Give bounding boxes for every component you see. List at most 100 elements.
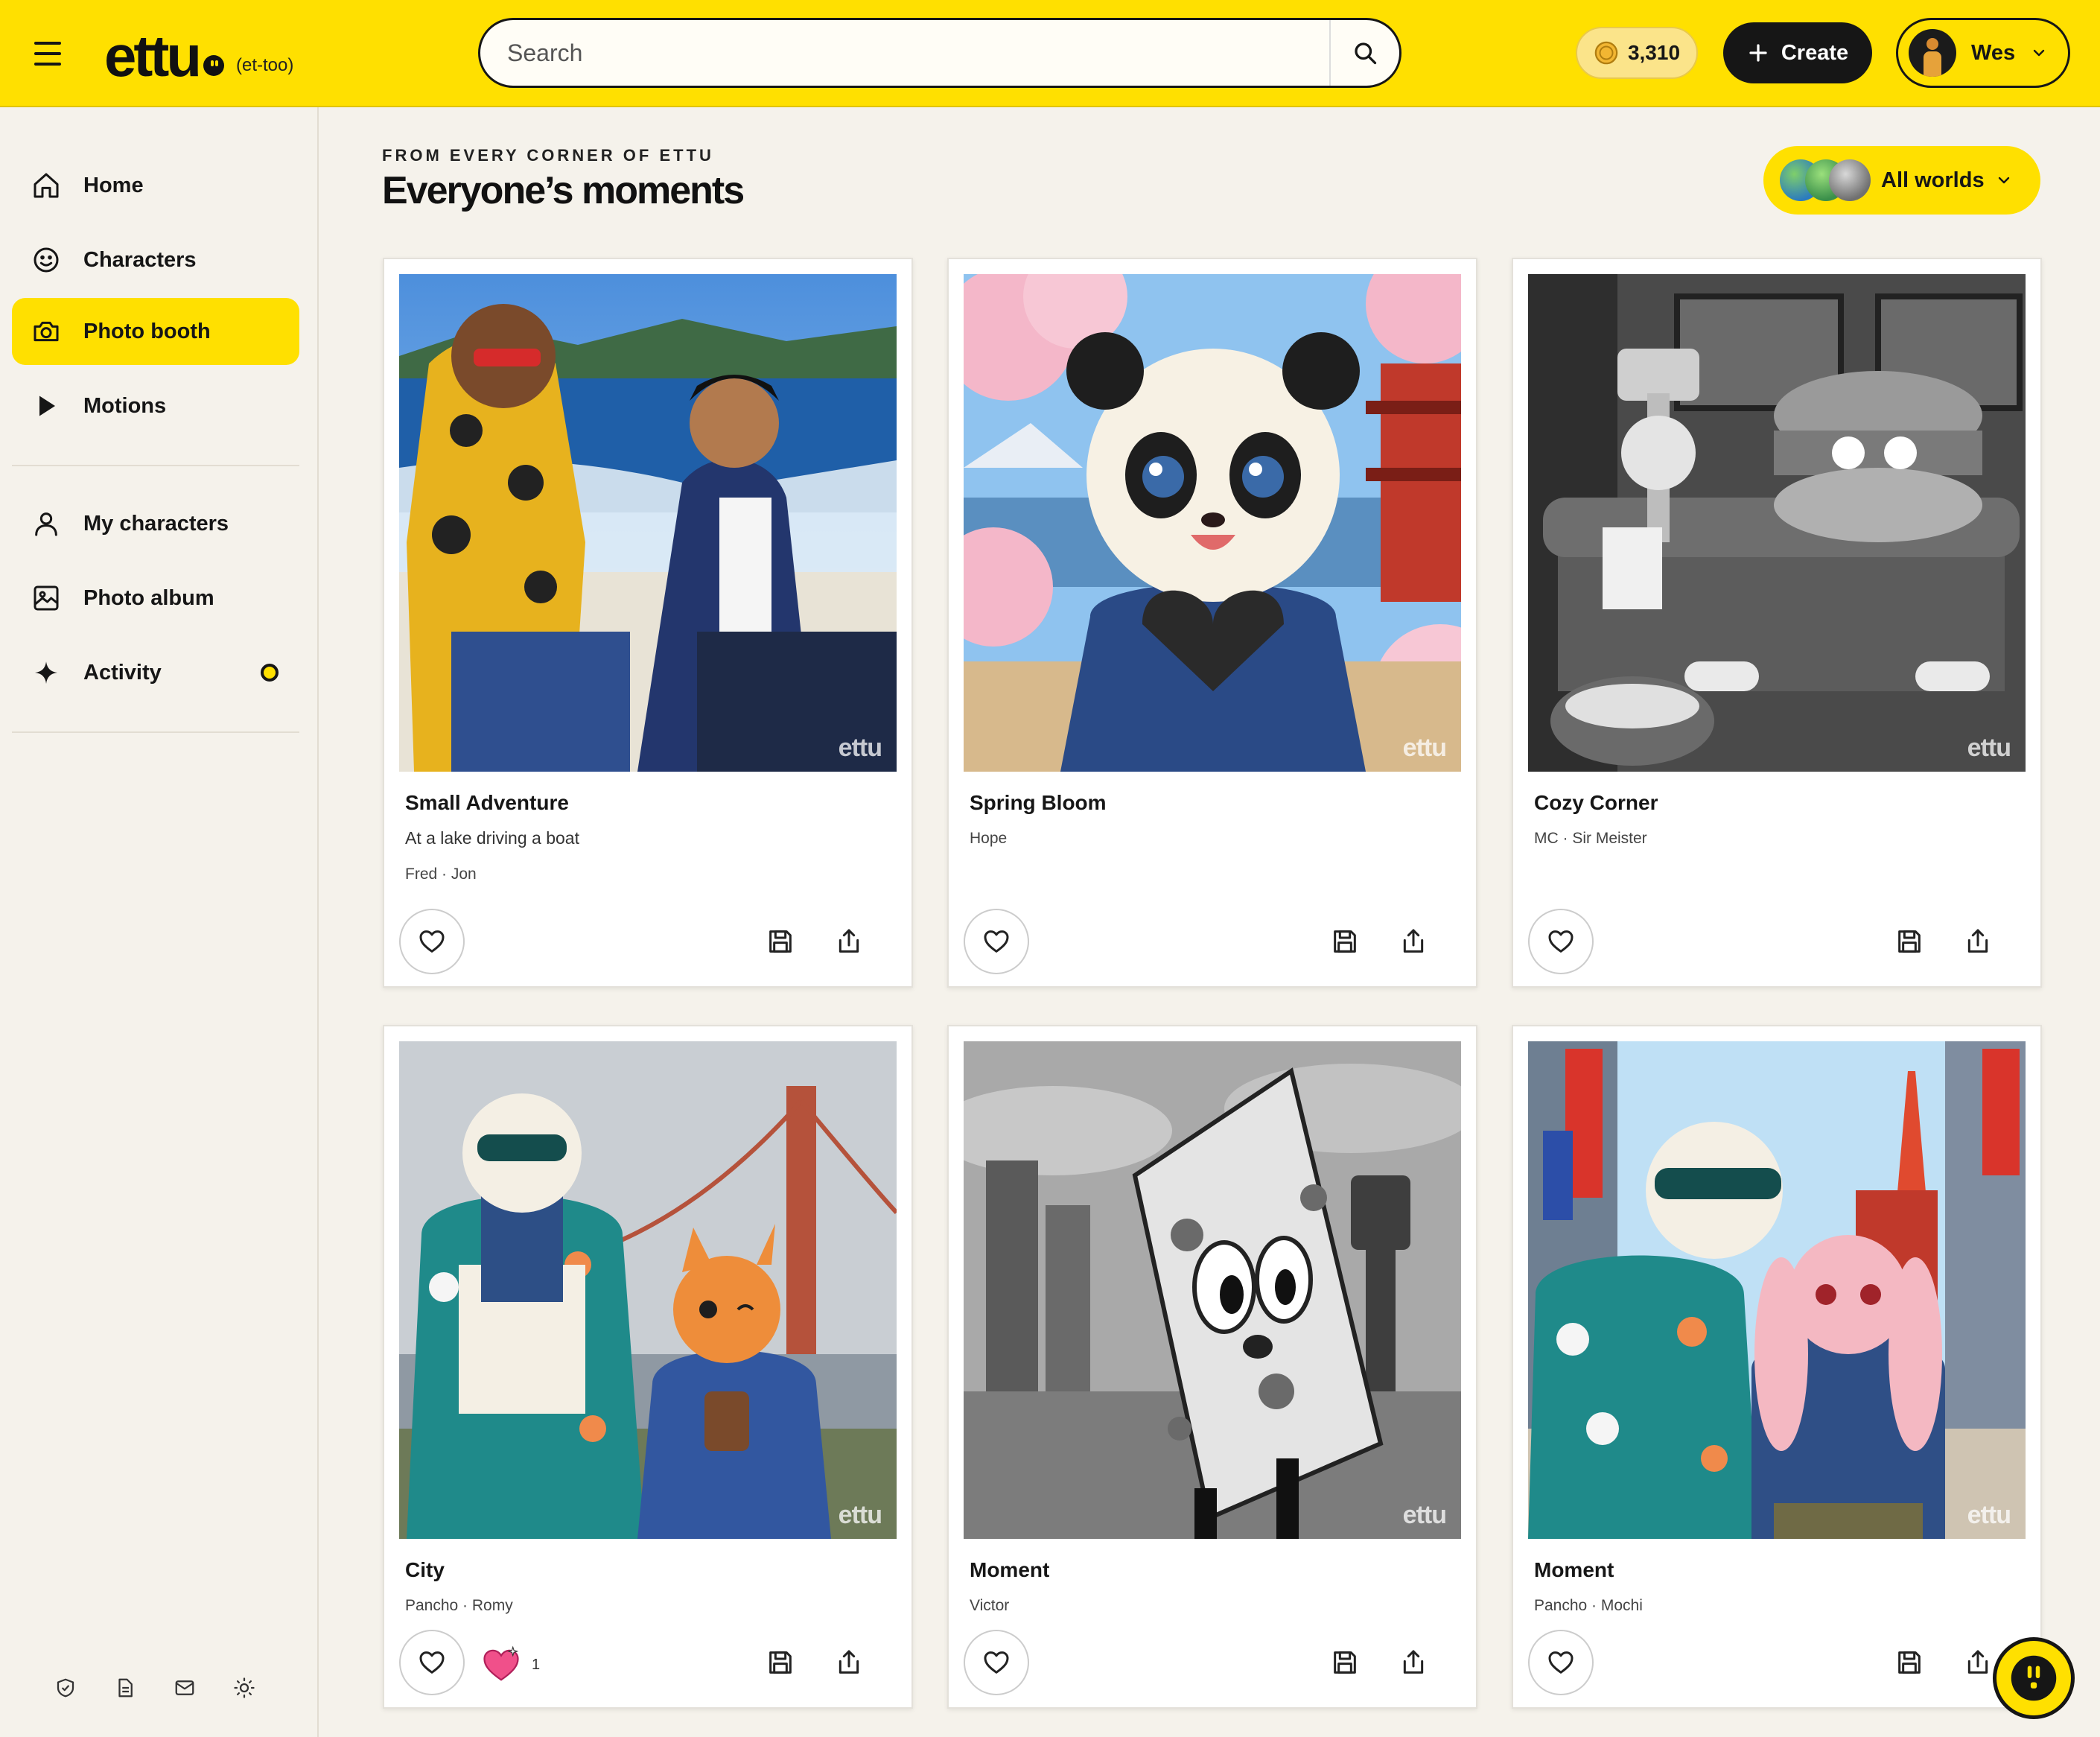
mail-icon[interactable] bbox=[171, 1674, 198, 1701]
assistant-button[interactable] bbox=[1993, 1637, 2075, 1719]
save-icon bbox=[769, 1651, 792, 1674]
search-bar bbox=[478, 18, 1401, 88]
like-button[interactable] bbox=[399, 1630, 465, 1695]
notification-dot bbox=[261, 664, 279, 682]
sidebar-item-activity[interactable]: Activity bbox=[12, 639, 299, 706]
sidebar-divider bbox=[12, 731, 299, 733]
moment-photo[interactable]: ettu bbox=[1528, 274, 2026, 772]
sidebar-item-home[interactable]: Home bbox=[12, 152, 299, 219]
moment-card[interactable]: ettu Spring Bloom Hope bbox=[947, 258, 1477, 988]
moment-card[interactable]: ettu Cozy Corner MC · Sir Meister bbox=[1512, 258, 2042, 988]
card-title: Small Adventure bbox=[405, 791, 569, 814]
moment-card[interactable]: ettu Moment Victor bbox=[947, 1025, 1477, 1709]
page-title: Everyone’s moments bbox=[382, 169, 745, 212]
share-button[interactable] bbox=[828, 921, 870, 962]
like-button[interactable] bbox=[964, 909, 1029, 974]
document-icon[interactable] bbox=[112, 1674, 139, 1701]
ettu-watermark: ettu bbox=[1402, 1501, 1447, 1529]
moment-card[interactable]: ettu City Pancho · Romy 1 bbox=[383, 1025, 913, 1709]
play-icon bbox=[30, 390, 63, 422]
worlds-filter-button[interactable]: All worlds bbox=[1763, 146, 2040, 215]
share-button[interactable] bbox=[828, 1642, 870, 1683]
user-name: Wes bbox=[1971, 40, 2016, 65]
camera-icon bbox=[30, 315, 63, 348]
heart-outline-icon bbox=[984, 930, 1009, 953]
card-characters: MC · Sir Meister bbox=[1534, 830, 1647, 847]
ettu-watermark: ettu bbox=[838, 1501, 882, 1529]
sidebar-item-photo-booth[interactable]: Photo booth bbox=[12, 298, 299, 365]
moment-photo[interactable]: ettu bbox=[964, 274, 1461, 772]
ettu-mascot-icon bbox=[2011, 1655, 2057, 1701]
photo-album-icon bbox=[30, 582, 63, 615]
heart-outline-icon bbox=[1548, 930, 1574, 953]
heart-outline-icon bbox=[1548, 1651, 1574, 1674]
reaction-count: 1 bbox=[532, 1656, 541, 1673]
moment-card[interactable]: ettu Small Adventure At a lake driving a… bbox=[383, 258, 913, 988]
sidebar-item-my-characters[interactable]: My characters bbox=[12, 490, 299, 557]
ettu-watermark: ettu bbox=[1967, 1501, 2011, 1529]
create-label: Create bbox=[1781, 40, 1849, 65]
heart-outline-icon bbox=[984, 1651, 1009, 1674]
share-icon bbox=[1403, 1650, 1424, 1674]
save-button[interactable] bbox=[1889, 921, 1930, 962]
logo-mascot-icon bbox=[203, 55, 224, 76]
like-button[interactable] bbox=[964, 1630, 1029, 1695]
sparkle-icon bbox=[30, 656, 63, 689]
coin-balance[interactable]: 3,310 bbox=[1576, 27, 1698, 79]
sidebar-item-label: Photo album bbox=[83, 585, 214, 610]
sidebar-item-label: Activity bbox=[83, 660, 162, 685]
share-icon bbox=[1403, 929, 1424, 953]
like-button[interactable] bbox=[1528, 1630, 1594, 1695]
sidebar-item-label: Photo booth bbox=[83, 319, 211, 343]
reaction-badge[interactable]: 1 bbox=[481, 1645, 540, 1685]
save-icon bbox=[1898, 930, 1921, 953]
card-characters: Pancho · Romy bbox=[405, 1597, 513, 1614]
moment-card[interactable]: ettu Moment Pancho · Mochi bbox=[1512, 1025, 2042, 1709]
moment-photo[interactable]: ettu bbox=[1528, 1041, 2026, 1539]
save-button[interactable] bbox=[760, 1642, 801, 1683]
plus-icon bbox=[1749, 44, 1767, 62]
sidebar-item-photo-album[interactable]: Photo album bbox=[12, 565, 299, 632]
moment-photo[interactable]: ettu bbox=[399, 274, 897, 772]
share-button[interactable] bbox=[1393, 1642, 1434, 1683]
save-button[interactable] bbox=[1324, 1642, 1366, 1683]
ettu-watermark: ettu bbox=[1402, 734, 1447, 762]
card-title: Spring Bloom bbox=[970, 791, 1107, 814]
menu-icon[interactable] bbox=[33, 39, 63, 69]
like-button[interactable] bbox=[1528, 909, 1594, 974]
heart-outline-icon bbox=[419, 930, 445, 953]
save-icon bbox=[1334, 930, 1356, 953]
sun-icon[interactable] bbox=[231, 1674, 258, 1701]
search-button[interactable] bbox=[1329, 20, 1399, 86]
save-button[interactable] bbox=[760, 921, 801, 962]
sidebar-item-label: Home bbox=[83, 173, 144, 197]
sidebar-item-characters[interactable]: Characters bbox=[12, 226, 299, 293]
sidebar-divider bbox=[12, 465, 299, 466]
share-button[interactable] bbox=[1957, 921, 1999, 962]
like-button[interactable] bbox=[399, 909, 465, 974]
shield-check-icon[interactable] bbox=[52, 1674, 79, 1701]
save-icon bbox=[769, 930, 792, 953]
create-button[interactable]: Create bbox=[1723, 22, 1872, 83]
save-button[interactable] bbox=[1889, 1642, 1930, 1683]
sidebar-item-label: Characters bbox=[83, 247, 197, 272]
heart-outline-icon bbox=[419, 1651, 445, 1674]
ettu-watermark: ettu bbox=[838, 734, 882, 762]
sidebar-item-motions[interactable]: Motions bbox=[12, 372, 299, 439]
save-icon bbox=[1334, 1651, 1356, 1674]
card-characters: Victor bbox=[970, 1597, 1010, 1614]
card-characters: Pancho · Mochi bbox=[1534, 1597, 1643, 1614]
smiley-icon bbox=[30, 244, 63, 276]
sparkling-heart-icon bbox=[483, 1645, 519, 1681]
search-input[interactable] bbox=[480, 20, 1329, 86]
card-description: At a lake driving a boat bbox=[405, 828, 579, 848]
moment-photo[interactable]: ettu bbox=[399, 1041, 897, 1539]
save-button[interactable] bbox=[1324, 921, 1366, 962]
worlds-filter-label: All worlds bbox=[1881, 168, 1985, 192]
share-button[interactable] bbox=[1393, 921, 1434, 962]
user-menu-button[interactable]: Wes bbox=[1896, 18, 2070, 88]
moment-photo[interactable]: ettu bbox=[964, 1041, 1461, 1539]
top-bar: ettu (et-too) 3,310 Create Wes bbox=[0, 0, 2100, 107]
logo-wordmark: ettu bbox=[104, 23, 202, 89]
ettu-logo[interactable]: ettu (et-too) bbox=[104, 25, 293, 85]
